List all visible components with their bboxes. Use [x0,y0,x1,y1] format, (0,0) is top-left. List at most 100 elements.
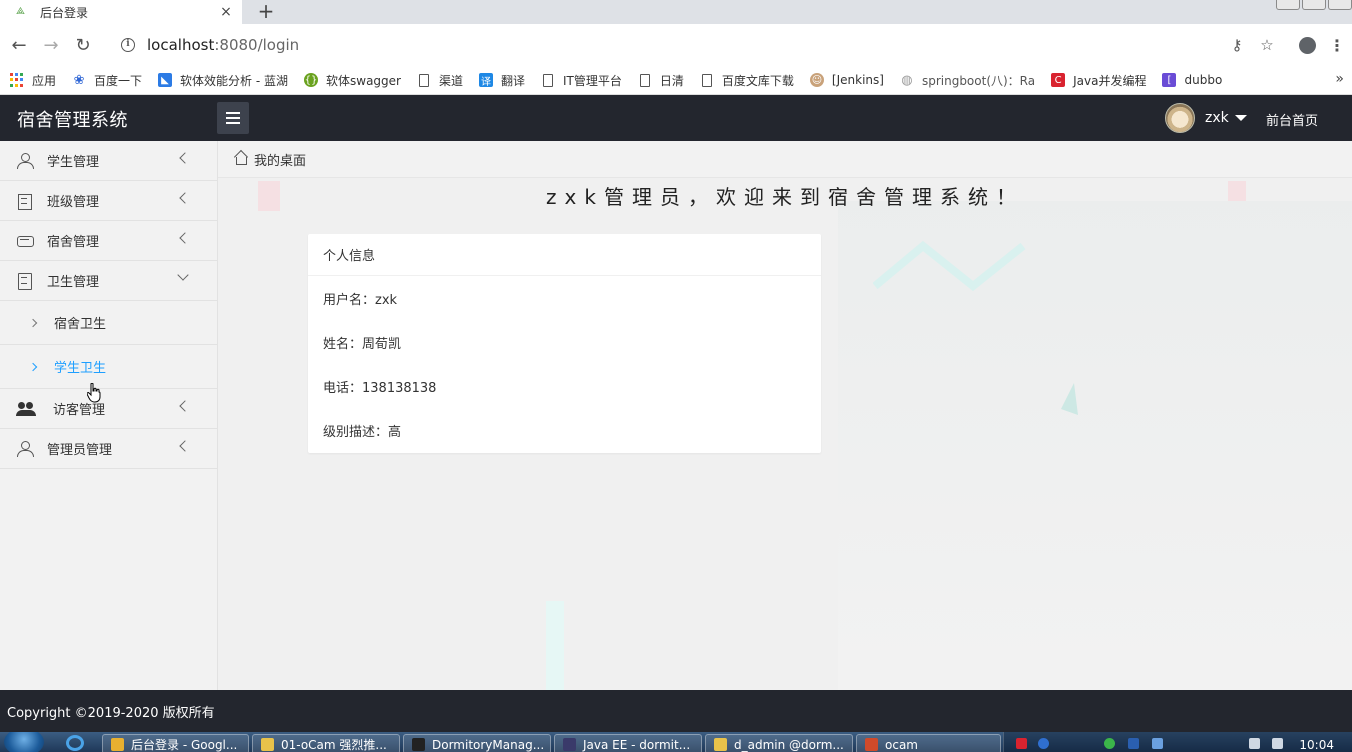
reload-icon[interactable]: ↻ [67,29,99,61]
back-arrow-icon[interactable]: ← [3,29,35,61]
taskbar-chrome[interactable]: 后台登录 - Googl... [102,734,249,752]
new-tab-button[interactable]: + [256,1,276,23]
card-title: 个人信息 [308,234,821,276]
bookmarks-overflow-icon[interactable]: » [1335,71,1344,87]
admin-icon [17,440,34,457]
account-icon[interactable] [1292,30,1322,60]
chevron-right-icon [28,318,38,327]
sidebar-item-visitors[interactable]: 访客管理 [0,389,217,429]
os-taskbar: 后台登录 - Googl... 01-oCam 强烈推... Dormitory… [0,732,1352,752]
username: zxk [1205,110,1229,126]
jenkins-icon: ☺ [809,73,824,87]
sidebar-item-admins[interactable]: 管理员管理 [0,429,217,469]
breadcrumb: 我的桌面 [218,141,1352,178]
site-info-icon[interactable]: i [121,38,135,52]
background-triangle [1061,383,1078,415]
bookmark-jenkins[interactable]: ☺ [Jenkins] [809,73,884,87]
bookmark-java-concurrency[interactable]: C Java并发编程 [1051,72,1146,89]
app-header: 宿舍管理系统 zxk 前台首页 [0,95,1352,141]
chevron-left-icon [179,400,191,412]
sidebar-subitem-dorm-hygiene[interactable]: 宿舍卫生 [0,301,217,345]
bluetooth-icon[interactable] [1128,738,1139,749]
sidebar-subitem-student-hygiene[interactable]: 学生卫生 [0,345,217,389]
bookmark-star-icon[interactable]: ☆ [1252,36,1282,54]
translate-icon: 译 [479,73,493,88]
sidebar-toggle-icon[interactable] [217,102,249,134]
bookmark-translate[interactable]: 译 翻译 [479,72,525,89]
page-icon [700,73,714,87]
class-icon [17,193,33,210]
browser-menu-icon[interactable]: ⋮ [1322,36,1352,55]
url-path: :8080/login [214,36,300,54]
sidebar-subitem-label: 学生卫生 [54,361,107,376]
profile-card: 个人信息 用户名：zxk 姓名：周荀凯 电话：138138138 级别描述：高 [308,234,821,453]
apps-grid-icon [10,73,24,87]
profile-username: 用户名：zxk [323,292,398,308]
baidu-paw-icon: ❀ [73,72,85,88]
sidebar-item-dorms[interactable]: 宿舍管理 [0,221,217,261]
taskbar-ocam[interactable]: ocam [856,734,1001,752]
hand-cursor-icon [87,383,101,403]
sidebar-item-label: 宿舍管理 [47,235,100,250]
chevron-right-icon [28,362,38,371]
sidebar-item-hygiene[interactable]: 卫生管理 [0,261,217,301]
close-window-button[interactable] [1328,0,1352,10]
shield-icon[interactable] [1152,738,1163,749]
bookmark-swagger[interactable]: {} 软体swagger [304,72,401,89]
bookmark-apps[interactable]: 应用 [10,72,56,89]
copyright-text: Copyright ©2019-2020 版权所有 [7,705,215,721]
bookmark-wenku[interactable]: 百度文库下载 [700,72,794,89]
sidebar-subitem-label: 宿舍卫生 [54,317,107,332]
start-button[interactable] [4,732,44,752]
tab-title: 后台登录 [40,5,89,20]
browser-tab-active[interactable]: ⟁ 后台登录 × [0,0,242,24]
profile-name: 姓名：周荀凯 [323,336,402,352]
taskbar-folder[interactable]: 01-oCam 强烈推... [252,734,400,752]
breadcrumb-item[interactable]: 我的桌面 [254,150,306,169]
taskbar-clock: 10:04 [1299,738,1334,752]
sidebar-item-students[interactable]: 学生管理 [0,141,217,181]
minimize-button[interactable] [1276,0,1300,10]
dorm-icon [17,233,34,249]
sidebar-item-classes[interactable]: 班级管理 [0,181,217,221]
key-icon[interactable]: ⚷ [1222,36,1252,54]
browser-tab-strip: ⟁ 后台登录 × + [0,0,1352,24]
sidebar: 学生管理 班级管理 宿舍管理 卫生管理 宿舍卫生 学生卫生 访客管理 管理员管理 [0,141,218,690]
bookmark-lanhu[interactable]: ◣ 软体效能分析 - 蓝湖 [158,72,288,89]
bookmark-baidu[interactable]: ❀ 百度一下 [72,72,142,89]
app-footer: Copyright ©2019-2020 版权所有 [0,690,1352,732]
taskbar-intellij[interactable]: DormitoryManag... [403,734,551,752]
ie-icon[interactable] [66,735,84,751]
wechat-icon[interactable] [1104,738,1115,749]
bookmark-dubbo[interactable]: [ dubbo [1162,73,1222,87]
tab-close-icon[interactable]: × [218,4,234,20]
taskbar-eclipse[interactable]: Java EE - dormit... [554,734,702,752]
browser-toolbar: ← → ↻ i localhost:8080/login ⚷ ☆ ⋮ [0,24,1352,66]
address-bar[interactable]: i localhost:8080/login ⚷ ☆ [107,29,1282,61]
swagger-icon: {} [304,73,318,87]
front-home-link[interactable]: 前台首页 [1266,110,1318,129]
globe-icon: ◍ [901,72,913,88]
bookmark-it-platform[interactable]: IT管理平台 [541,72,622,89]
home-icon[interactable] [234,151,247,165]
forward-arrow-icon[interactable]: → [35,29,67,61]
bookmark-channel[interactable]: 渠道 [417,72,463,89]
help-icon[interactable] [1038,738,1049,749]
system-tray: 10:04 [1003,732,1352,752]
bookmark-springboot[interactable]: ◍ springboot(八)：Ra [900,72,1035,89]
main-content: 我的桌面 zxk管理员，欢迎来到宿舍管理系统！ 个人信息 用户名：zxk 姓名：… [218,141,1352,690]
taskbar-navicat[interactable]: d_admin @dorm... [705,734,853,752]
network-icon[interactable] [1249,738,1260,749]
bookmark-daily[interactable]: 日清 [638,72,684,89]
volume-icon[interactable] [1272,738,1283,749]
sogou-icon[interactable] [1016,738,1027,749]
lanhu-icon: ◣ [158,73,173,87]
maximize-button[interactable] [1302,0,1326,10]
user-menu[interactable]: zxk [1165,103,1247,133]
sidebar-item-label: 学生管理 [47,155,100,170]
welcome-message: zxk管理员，欢迎来到宿舍管理系统！ [546,185,1024,209]
sidebar-item-label: 班级管理 [47,195,100,210]
page-icon [417,73,431,87]
user-icon [17,152,34,169]
chevron-left-icon [179,192,191,204]
